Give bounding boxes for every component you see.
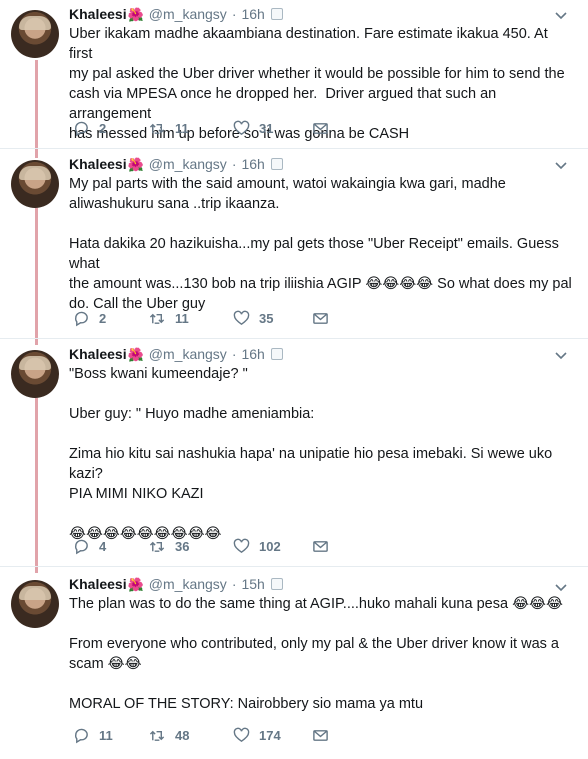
chevron-down-icon[interactable] (554, 158, 568, 172)
reply-button[interactable]: 4 (73, 538, 106, 555)
message-icon (313, 730, 328, 741)
tweet-text: "Boss kwani kumeendaje? " Uber guy: " Hu… (69, 366, 553, 542)
timestamp[interactable]: 15h (241, 576, 264, 592)
handle[interactable]: @m_kangsy (149, 576, 227, 592)
retweet-count: 11 (175, 311, 189, 326)
retweet-button[interactable]: 36 (149, 538, 189, 555)
name-emoji: 🌺 (127, 157, 144, 172)
image-icon (270, 8, 283, 20)
retweet-count: 11 (175, 121, 189, 136)
reply-button[interactable]: 11 (73, 727, 113, 744)
name-emoji: 🌺 (127, 347, 144, 362)
retweet-button[interactable]: 11 (149, 310, 189, 327)
tweet-header: Khaleesi🌺 @m_kangsy · 16h (69, 346, 283, 363)
avatar[interactable] (11, 580, 59, 628)
like-icon (233, 538, 250, 554)
name-emoji: 🌺 (127, 7, 144, 22)
chevron-down-icon[interactable] (554, 580, 568, 594)
like-button[interactable]: 102 (233, 538, 281, 555)
image-icon (270, 158, 283, 170)
tweet-header: Khaleesi🌺 @m_kangsy · 16h (69, 156, 283, 173)
timestamp[interactable]: 16h (241, 346, 264, 362)
reply-count: 2 (99, 311, 107, 326)
avatar[interactable] (11, 10, 59, 58)
like-icon (233, 120, 250, 136)
timestamp[interactable]: 16h (241, 156, 264, 172)
reply-count: 11 (99, 728, 113, 743)
divider (0, 338, 588, 339)
display-name[interactable]: Khaleesi (69, 346, 127, 362)
handle[interactable]: @m_kangsy (149, 346, 227, 362)
like-count: 174 (259, 728, 281, 743)
handle[interactable]: @m_kangsy (149, 156, 227, 172)
tweet-text: My pal parts with the said amount, watoi… (69, 176, 572, 312)
message-icon (313, 541, 328, 552)
display-name[interactable]: Khaleesi (69, 6, 127, 22)
chevron-down-icon[interactable] (554, 8, 568, 22)
direct-message-button[interactable] (312, 310, 329, 327)
retweet-count: 36 (175, 539, 190, 554)
retweet-icon (149, 313, 165, 324)
like-count: 102 (259, 539, 281, 554)
divider (0, 566, 588, 567)
tweet-header: Khaleesi🌺 @m_kangsy · 15h (69, 576, 283, 593)
message-icon (313, 313, 328, 324)
handle[interactable]: @m_kangsy (149, 6, 227, 22)
reply-button[interactable]: 2 (73, 120, 106, 137)
like-icon (233, 727, 250, 743)
chevron-down-icon[interactable] (554, 348, 568, 362)
name-emoji: 🌺 (127, 577, 144, 592)
message-icon (313, 123, 328, 134)
like-button[interactable]: 174 (233, 727, 281, 744)
avatar[interactable] (11, 160, 59, 208)
tweet-text: The plan was to do the same thing at AGI… (69, 596, 563, 712)
retweet-icon (149, 541, 165, 552)
reply-count: 4 (99, 539, 107, 554)
reply-icon (74, 728, 88, 744)
image-icon (270, 348, 283, 360)
retweet-icon (149, 730, 165, 741)
retweet-button[interactable]: 48 (149, 727, 189, 744)
tweet-header: Khaleesi🌺 @m_kangsy · 16h (69, 6, 283, 23)
display-name[interactable]: Khaleesi (69, 156, 127, 172)
retweet-button[interactable]: 11 (149, 120, 189, 137)
tweet[interactable]: Khaleesi🌺 @m_kangsy · 16h Uber ikakam madhe… (0, 0, 588, 145)
avatar[interactable] (11, 350, 59, 398)
display-name[interactable]: Khaleesi (69, 576, 127, 592)
like-icon (233, 310, 250, 326)
retweet-icon (149, 123, 165, 134)
retweet-count: 48 (175, 728, 190, 743)
tweet[interactable]: Khaleesi🌺 @m_kangsy · 15h The plan was to d… (0, 570, 588, 759)
timestamp[interactable]: 16h (241, 6, 264, 22)
image-icon (270, 578, 283, 590)
tweet[interactable]: Khaleesi🌺 @m_kangsy · 16h My pal parts with… (0, 150, 588, 340)
reply-icon (74, 539, 88, 555)
divider (0, 148, 588, 149)
reply-icon (74, 311, 88, 327)
tweet[interactable]: Khaleesi🌺 @m_kangsy · 16h "Boss kwani kumee… (0, 340, 588, 568)
like-count: 31 (259, 121, 274, 136)
direct-message-button[interactable] (312, 120, 329, 137)
like-button[interactable]: 31 (233, 120, 273, 137)
like-count: 35 (259, 311, 274, 326)
reply-button[interactable]: 2 (73, 310, 106, 327)
direct-message-button[interactable] (312, 727, 329, 744)
direct-message-button[interactable] (312, 538, 329, 555)
reply-count: 2 (99, 121, 107, 136)
like-button[interactable]: 35 (233, 310, 273, 327)
reply-icon (74, 121, 88, 137)
